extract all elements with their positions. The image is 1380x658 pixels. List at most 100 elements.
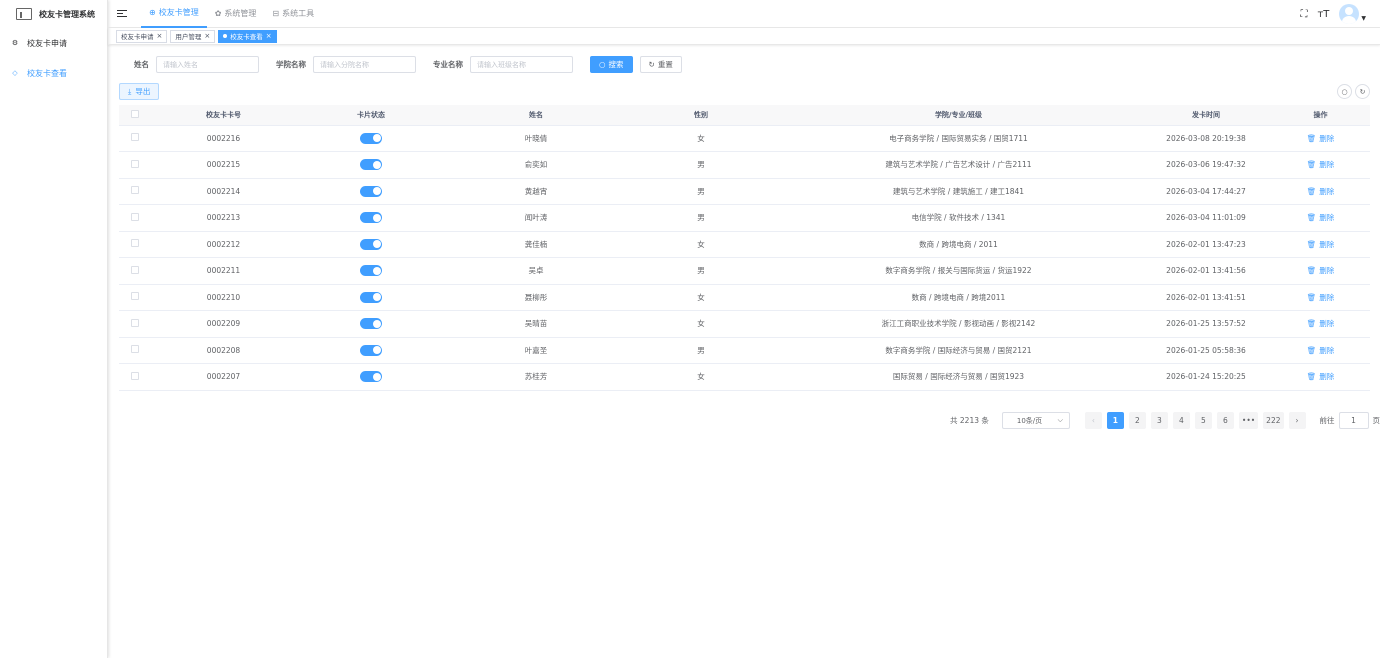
card-number-cell: 0002210 [151, 284, 296, 311]
department-cell: 浙江工商职业技术学院 / 影视动画 / 影视2142 [776, 310, 1141, 338]
top-menu-card-management[interactable]: ⊕ 校友卡管理 [141, 0, 207, 28]
status-toggle[interactable] [360, 344, 382, 356]
page-button[interactable]: 6 [1216, 412, 1234, 429]
close-icon[interactable]: × [157, 32, 163, 40]
delete-button[interactable]: 🗑 删除 [1307, 318, 1335, 329]
gear-icon: ✿ [214, 9, 222, 18]
fullscreen-icon[interactable]: ⛶ [1300, 9, 1307, 20]
reset-button[interactable]: ↻ 重置 [639, 56, 682, 73]
hamburger-icon[interactable] [117, 10, 127, 17]
page-button[interactable]: 1 [1106, 412, 1124, 429]
page-jumper: 前往 1 页 [1320, 412, 1380, 429]
trash-icon: 🗑 [1306, 239, 1317, 249]
card-status-cell [296, 178, 446, 205]
status-toggle[interactable] [360, 371, 382, 383]
card-status-cell [296, 284, 446, 311]
status-toggle[interactable] [360, 159, 382, 171]
page-button[interactable]: 5 [1194, 412, 1212, 429]
row-checkbox[interactable] [119, 231, 151, 258]
row-checkbox[interactable] [119, 125, 151, 152]
export-button[interactable]: ⤓ 导出 [119, 83, 160, 100]
status-toggle[interactable] [360, 291, 382, 303]
status-toggle[interactable] [360, 238, 382, 250]
row-checkbox[interactable] [119, 284, 151, 311]
row-checkbox[interactable] [119, 151, 151, 179]
card-status-cell [296, 363, 446, 391]
card-number-cell: 0002212 [151, 231, 296, 258]
delete-button[interactable]: 🗑 删除 [1307, 159, 1335, 170]
name-cell: 聂柳彤 [446, 284, 626, 311]
delete-button[interactable]: 🗑 删除 [1307, 239, 1335, 250]
delete-button[interactable]: 🗑 删除 [1307, 371, 1335, 382]
font-size-icon[interactable]: ᴛT [1317, 9, 1329, 20]
more-pages-button[interactable]: ••• [1238, 412, 1259, 429]
row-checkbox[interactable] [119, 178, 151, 205]
row-checkbox[interactable] [119, 204, 151, 232]
delete-button[interactable]: 🗑 删除 [1307, 265, 1335, 276]
row-checkbox[interactable] [119, 337, 151, 364]
select-all-checkbox[interactable] [119, 105, 151, 126]
delete-button[interactable]: 🗑 删除 [1307, 345, 1335, 356]
column-header: 校友卡卡号 [151, 105, 296, 126]
top-menu-system-management[interactable]: ✿ 系统管理 [207, 0, 265, 28]
delete-button[interactable]: 🗑 删除 [1307, 186, 1335, 197]
delete-button[interactable]: 🗑 删除 [1307, 292, 1335, 303]
refresh-button[interactable]: ↻ [1355, 84, 1370, 99]
search-button-label: 搜索 [608, 60, 624, 69]
delete-label: 删除 [1319, 213, 1335, 223]
close-icon[interactable]: × [266, 32, 272, 40]
search-button[interactable]: ○ 搜索 [590, 56, 633, 73]
issued-time-cell: 2026-03-04 17:44:27 [1141, 178, 1271, 205]
tag-card-apply[interactable]: 校友卡申请 × [116, 29, 168, 43]
prev-page-button[interactable]: ‹ [1084, 412, 1102, 429]
table-header: 校友卡卡号 卡片状态 姓名 性别 学院/专业/班级 发卡时间 操作 [119, 105, 1370, 126]
status-toggle[interactable] [360, 265, 382, 277]
issued-time-cell: 2026-02-01 13:41:56 [1141, 257, 1271, 285]
tag-user-management[interactable]: 用户管理 × [170, 29, 216, 43]
card-number-cell: 0002213 [151, 204, 296, 232]
delete-label: 删除 [1319, 292, 1335, 302]
page-button[interactable]: 4 [1172, 412, 1190, 429]
page-button[interactable]: 2 [1128, 412, 1146, 429]
avatar[interactable] [1339, 4, 1360, 24]
name-cell: 叶晓倩 [446, 125, 626, 152]
status-toggle[interactable] [360, 132, 382, 144]
top-menu-system-tools[interactable]: ⊟ 系统工具 [264, 0, 322, 28]
sidebar-item-card-view[interactable]: ◇ 校友卡查看 [0, 58, 107, 88]
name-label: 姓名 [134, 60, 149, 69]
name-input[interactable]: 请输入姓名 [156, 56, 259, 73]
row-checkbox[interactable] [119, 363, 151, 391]
name-cell: 闻叶涛 [446, 204, 626, 232]
delete-button[interactable]: 🗑 删除 [1307, 212, 1335, 223]
card-status-cell [296, 257, 446, 285]
college-input[interactable]: 请输入分院名称 [313, 56, 416, 73]
search-icon: ○ [1341, 87, 1348, 96]
table-row: 0002215 俞奕如男建筑与艺术学院 / 广告艺术设计 / 广告2111 2026… [119, 151, 1370, 179]
status-toggle[interactable] [360, 212, 382, 224]
page-button[interactable]: 222 [1263, 412, 1284, 429]
gender-cell: 男 [626, 151, 776, 179]
row-checkbox[interactable] [119, 257, 151, 285]
trash-icon: 🗑 [1306, 319, 1317, 329]
toggle-search-button[interactable]: ○ [1337, 84, 1352, 99]
tag-card-view[interactable]: 校友卡查看 × [218, 29, 277, 43]
delete-button[interactable]: 🗑 删除 [1307, 133, 1335, 144]
close-icon[interactable]: × [204, 32, 210, 40]
trash-icon: 🗑 [1306, 133, 1317, 143]
trash-icon: 🗑 [1306, 345, 1317, 355]
next-page-button[interactable]: › [1288, 412, 1306, 429]
sidebar-item-card-apply[interactable]: ⚙ 校友卡申请 [0, 28, 107, 58]
page-size-select[interactable]: 10条/页 ⌵ [1001, 412, 1070, 429]
app-logo[interactable]: 校友卡管理系统 [0, 0, 107, 28]
row-checkbox[interactable] [119, 310, 151, 338]
goto-page-input[interactable]: 1 [1338, 412, 1369, 429]
status-toggle[interactable] [360, 318, 382, 330]
status-toggle[interactable] [360, 185, 382, 197]
gender-cell: 男 [626, 178, 776, 205]
card-number-cell: 0002216 [151, 125, 296, 152]
page-button[interactable]: 3 [1150, 412, 1168, 429]
chevron-down-icon[interactable]: ▼ [1361, 15, 1366, 22]
major-input[interactable]: 请输入班级名称 [470, 56, 573, 73]
logo-icon [16, 8, 32, 20]
action-cell: 🗑 删除 [1271, 310, 1370, 338]
